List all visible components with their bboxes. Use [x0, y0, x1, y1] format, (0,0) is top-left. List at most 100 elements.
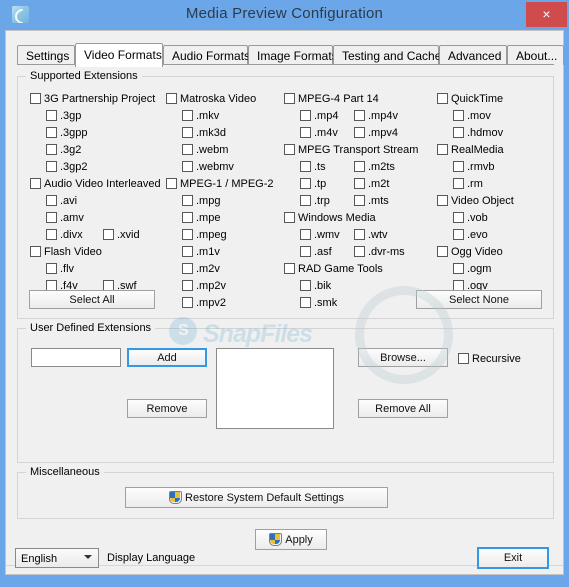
- apply-label: Apply: [285, 533, 313, 546]
- select-all-button[interactable]: Select All: [29, 290, 155, 309]
- display-language-caption: Display Language: [107, 552, 196, 564]
- cb-mk3d[interactable]: .mk3d: [182, 127, 226, 139]
- cb-video-object[interactable]: Video Object: [437, 195, 514, 207]
- window-bottom-edge: [0, 575, 569, 587]
- cb-3gp[interactable]: .3gp: [46, 110, 81, 122]
- select-none-button[interactable]: Select None: [416, 290, 542, 309]
- remove-all-label: Remove All: [375, 402, 431, 415]
- cb-m1v[interactable]: .m1v: [182, 246, 220, 258]
- cb-wtv[interactable]: .wtv: [354, 229, 388, 241]
- cb-rm[interactable]: .rm: [453, 178, 483, 190]
- cb-m2t[interactable]: .m2t: [354, 178, 389, 190]
- cb-dvr-ms[interactable]: .dvr-ms: [354, 246, 405, 258]
- supported-extensions-legend: Supported Extensions: [26, 70, 142, 82]
- user-extensions-listbox[interactable]: [216, 348, 334, 429]
- cb-trp[interactable]: .trp: [300, 195, 330, 207]
- cb-mp2v[interactable]: .mp2v: [182, 280, 226, 292]
- cb-mpg[interactable]: .mpg: [182, 195, 220, 207]
- cb-amv[interactable]: .amv: [46, 212, 84, 224]
- tab-video-formats[interactable]: Video Formats: [75, 43, 163, 67]
- chevron-down-icon: [84, 555, 92, 559]
- close-button[interactable]: ×: [526, 2, 567, 27]
- cb-avi[interactable]: .avi: [46, 195, 77, 207]
- cb-divx[interactable]: .divx: [46, 229, 83, 241]
- uac-shield-icon: [169, 491, 183, 504]
- cb-recursive[interactable]: Recursive: [458, 353, 521, 365]
- remove-all-button[interactable]: Remove All: [358, 399, 448, 418]
- cb-webm[interactable]: .webm: [182, 144, 228, 156]
- tab-image-formats[interactable]: Image Formats: [248, 45, 338, 65]
- cb-ogm[interactable]: .ogm: [453, 263, 491, 275]
- browse-label: Browse...: [380, 351, 426, 364]
- cb-windows-media[interactable]: Windows Media: [284, 212, 376, 224]
- app-window: Media Preview Configuration × Settings V…: [0, 0, 569, 587]
- title-bar: Media Preview Configuration ×: [0, 0, 569, 30]
- user-defined-extensions-group: User Defined Extensions Add Remove Brows…: [17, 322, 554, 463]
- exit-label: Exit: [503, 552, 523, 564]
- cb-smk[interactable]: .smk: [300, 297, 337, 309]
- tab-advanced[interactable]: Advanced: [439, 45, 507, 65]
- supported-extensions-group: Supported Extensions 3G Partnership Proj…: [17, 70, 554, 319]
- add-label: Add: [157, 351, 177, 364]
- restore-defaults-label: Restore System Default Settings: [185, 491, 344, 504]
- apply-button[interactable]: Apply: [255, 529, 327, 550]
- cb-mpeg1-mpeg2[interactable]: MPEG-1 / MPEG-2: [166, 178, 274, 190]
- cb-mpv4[interactable]: .mpv4: [354, 127, 398, 139]
- restore-defaults-button[interactable]: Restore System Default Settings: [125, 487, 388, 508]
- cb-mp4v[interactable]: .mp4v: [354, 110, 398, 122]
- browse-button[interactable]: Browse...: [358, 348, 448, 367]
- cb-3gp2[interactable]: .3gp2: [46, 161, 88, 173]
- cb-mpeg[interactable]: .mpeg: [182, 229, 227, 241]
- cb-webmv[interactable]: .webmv: [182, 161, 234, 173]
- add-button[interactable]: Add: [127, 348, 207, 367]
- uac-shield-icon: [269, 533, 283, 546]
- cb-m2v[interactable]: .m2v: [182, 263, 220, 275]
- cb-mov[interactable]: .mov: [453, 110, 491, 122]
- cb-m4v[interactable]: .m4v: [300, 127, 338, 139]
- cb-mpeg4-part-14[interactable]: MPEG-4 Part 14: [284, 93, 379, 105]
- cb-flv[interactable]: .flv: [46, 263, 74, 275]
- cb-m2ts[interactable]: .m2ts: [354, 161, 395, 173]
- exit-button[interactable]: Exit: [477, 547, 549, 569]
- cb-audio-video-interleaved[interactable]: Audio Video Interleaved: [30, 178, 161, 190]
- cb-ogg-video[interactable]: Ogg Video: [437, 246, 503, 258]
- cb-wmv[interactable]: .wmv: [300, 229, 340, 241]
- cb-bik[interactable]: .bik: [300, 280, 331, 292]
- select-all-label: Select All: [69, 293, 115, 306]
- cb-evo[interactable]: .evo: [453, 229, 488, 241]
- cb-xvid[interactable]: .xvid: [103, 229, 140, 241]
- tab-settings[interactable]: Settings: [17, 45, 75, 65]
- tab-testing-and-cache[interactable]: Testing and Cache: [333, 45, 441, 65]
- cb-mpe[interactable]: .mpe: [182, 212, 220, 224]
- cb-realmedia[interactable]: RealMedia: [437, 144, 504, 156]
- miscellaneous-legend: Miscellaneous: [26, 466, 104, 478]
- cb-ts[interactable]: .ts: [300, 161, 326, 173]
- window-title: Media Preview Configuration: [185, 5, 384, 22]
- cb-flash-video[interactable]: Flash Video: [30, 246, 102, 258]
- tab-audio-formats[interactable]: Audio Formats: [163, 45, 250, 65]
- cb-mkv[interactable]: .mkv: [182, 110, 219, 122]
- remove-label: Remove: [146, 402, 188, 415]
- language-select[interactable]: English: [15, 548, 99, 568]
- cb-3g-partnership-project[interactable]: 3G Partnership Project: [30, 93, 155, 105]
- tab-about[interactable]: About...: [507, 45, 564, 65]
- cb-mts[interactable]: .mts: [354, 195, 389, 207]
- cb-matroska-video[interactable]: Matroska Video: [166, 93, 256, 105]
- miscellaneous-group: Miscellaneous Restore System Default Set…: [17, 466, 554, 519]
- cb-3gpp[interactable]: .3gpp: [46, 127, 88, 139]
- cb-mpeg-transport-stream[interactable]: MPEG Transport Stream: [284, 144, 418, 156]
- cb-mp4[interactable]: .mp4: [300, 110, 338, 122]
- remove-button[interactable]: Remove: [127, 399, 207, 418]
- client-area: Settings Video Formats Audio Formats Ima…: [5, 30, 564, 575]
- user-extension-input[interactable]: [31, 348, 121, 367]
- cb-3g2[interactable]: .3g2: [46, 144, 81, 156]
- cb-asf[interactable]: .asf: [300, 246, 332, 258]
- language-value: English: [21, 553, 58, 565]
- cb-tp[interactable]: .tp: [300, 178, 326, 190]
- cb-rmvb[interactable]: .rmvb: [453, 161, 495, 173]
- cb-vob[interactable]: .vob: [453, 212, 488, 224]
- cb-quicktime[interactable]: QuickTime: [437, 93, 503, 105]
- cb-rad-game-tools[interactable]: RAD Game Tools: [284, 263, 383, 275]
- cb-hdmov[interactable]: .hdmov: [453, 127, 503, 139]
- cb-mpv2[interactable]: .mpv2: [182, 297, 226, 309]
